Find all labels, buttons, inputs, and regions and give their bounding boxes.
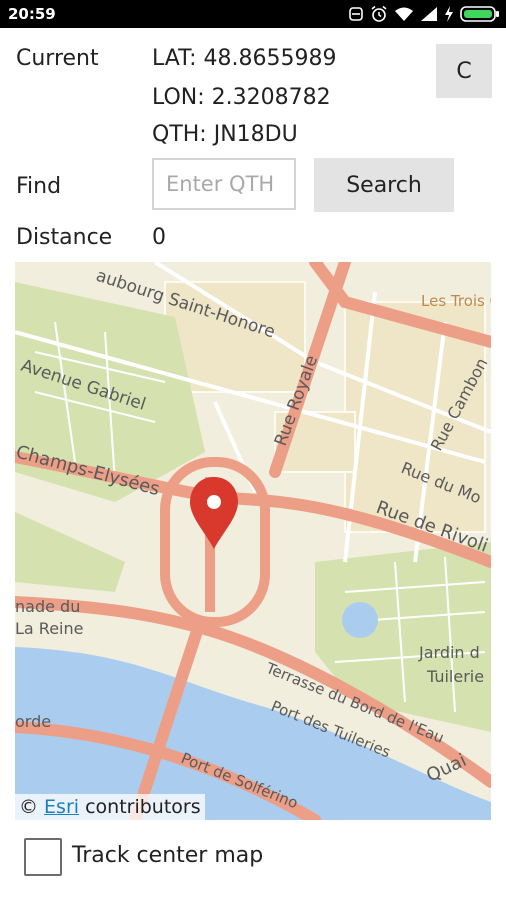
attribution-suffix: contributors [85,796,201,818]
longitude-value: LON: 2.3208782 [152,85,331,110]
label-orde: orde [15,712,51,731]
map-tiles: aubourg Saint-Honore Les Trois Quartiers… [15,262,491,820]
label-cours-reine-1: nade du [15,597,80,616]
track-center-label: Track center map [72,843,264,868]
qth-input[interactable] [152,158,296,210]
track-center-checkbox[interactable] [24,838,62,876]
distance-label: Distance [16,225,113,250]
wifi-icon [395,7,413,21]
find-label: Find [16,174,62,199]
status-bar: 20:59 [0,0,506,28]
latitude-value: LAT: 48.8655989 [152,46,337,71]
alarm-icon [371,5,387,22]
label-trois-quartiers: Les Trois Quartiers [421,292,491,310]
status-icons [348,4,500,24]
current-label: Current [16,46,99,71]
status-time: 20:59 [8,5,56,23]
label-cours-reine-2: La Reine [15,619,83,638]
notification-off-icon [349,7,363,21]
search-button[interactable]: Search [314,158,454,212]
label-jardin-2: Tuilerie [426,667,484,686]
clear-button[interactable]: C [436,44,492,98]
attribution-prefix: © [19,796,38,818]
label-jardin-1: Jardin d [418,643,480,662]
charging-icon [445,6,453,22]
distance-value: 0 [152,225,166,250]
attribution-esri-link[interactable]: Esri [44,796,79,818]
map-view[interactable]: aubourg Saint-Honore Les Trois Quartiers… [15,262,491,820]
qth-value: QTH: JN18DU [152,122,298,147]
cell-signal-icon [421,7,437,21]
map-attribution: © Esri contributors [15,794,205,820]
battery-icon [460,6,499,22]
